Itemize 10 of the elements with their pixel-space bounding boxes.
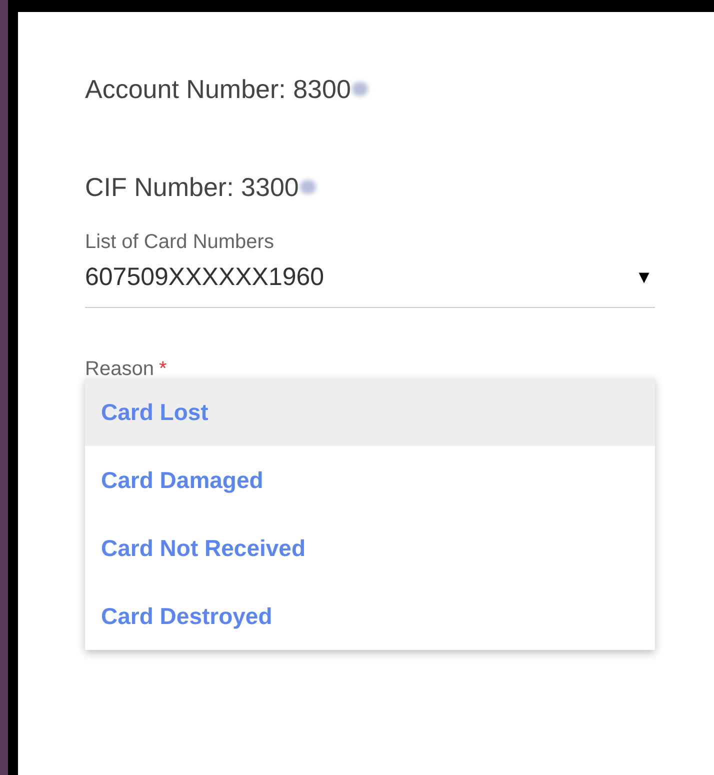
card-number-select[interactable]: 607509XXXXXX1960 ▼ xyxy=(85,254,655,308)
cif-number: CIF Number: 3300 xyxy=(85,172,299,202)
menu-option[interactable]: Card Destroyed xyxy=(85,582,655,650)
menu-option[interactable]: Card Lost xyxy=(85,378,655,446)
account-number: Account Number: 8300 xyxy=(85,74,351,104)
menu-option[interactable]: Card Not Received xyxy=(85,514,655,582)
field-label: Reason xyxy=(85,358,154,378)
required-mark: * xyxy=(158,358,167,378)
menu-option[interactable]: Card Damaged xyxy=(85,446,655,514)
field-label: List of Card Numbers xyxy=(85,231,274,253)
